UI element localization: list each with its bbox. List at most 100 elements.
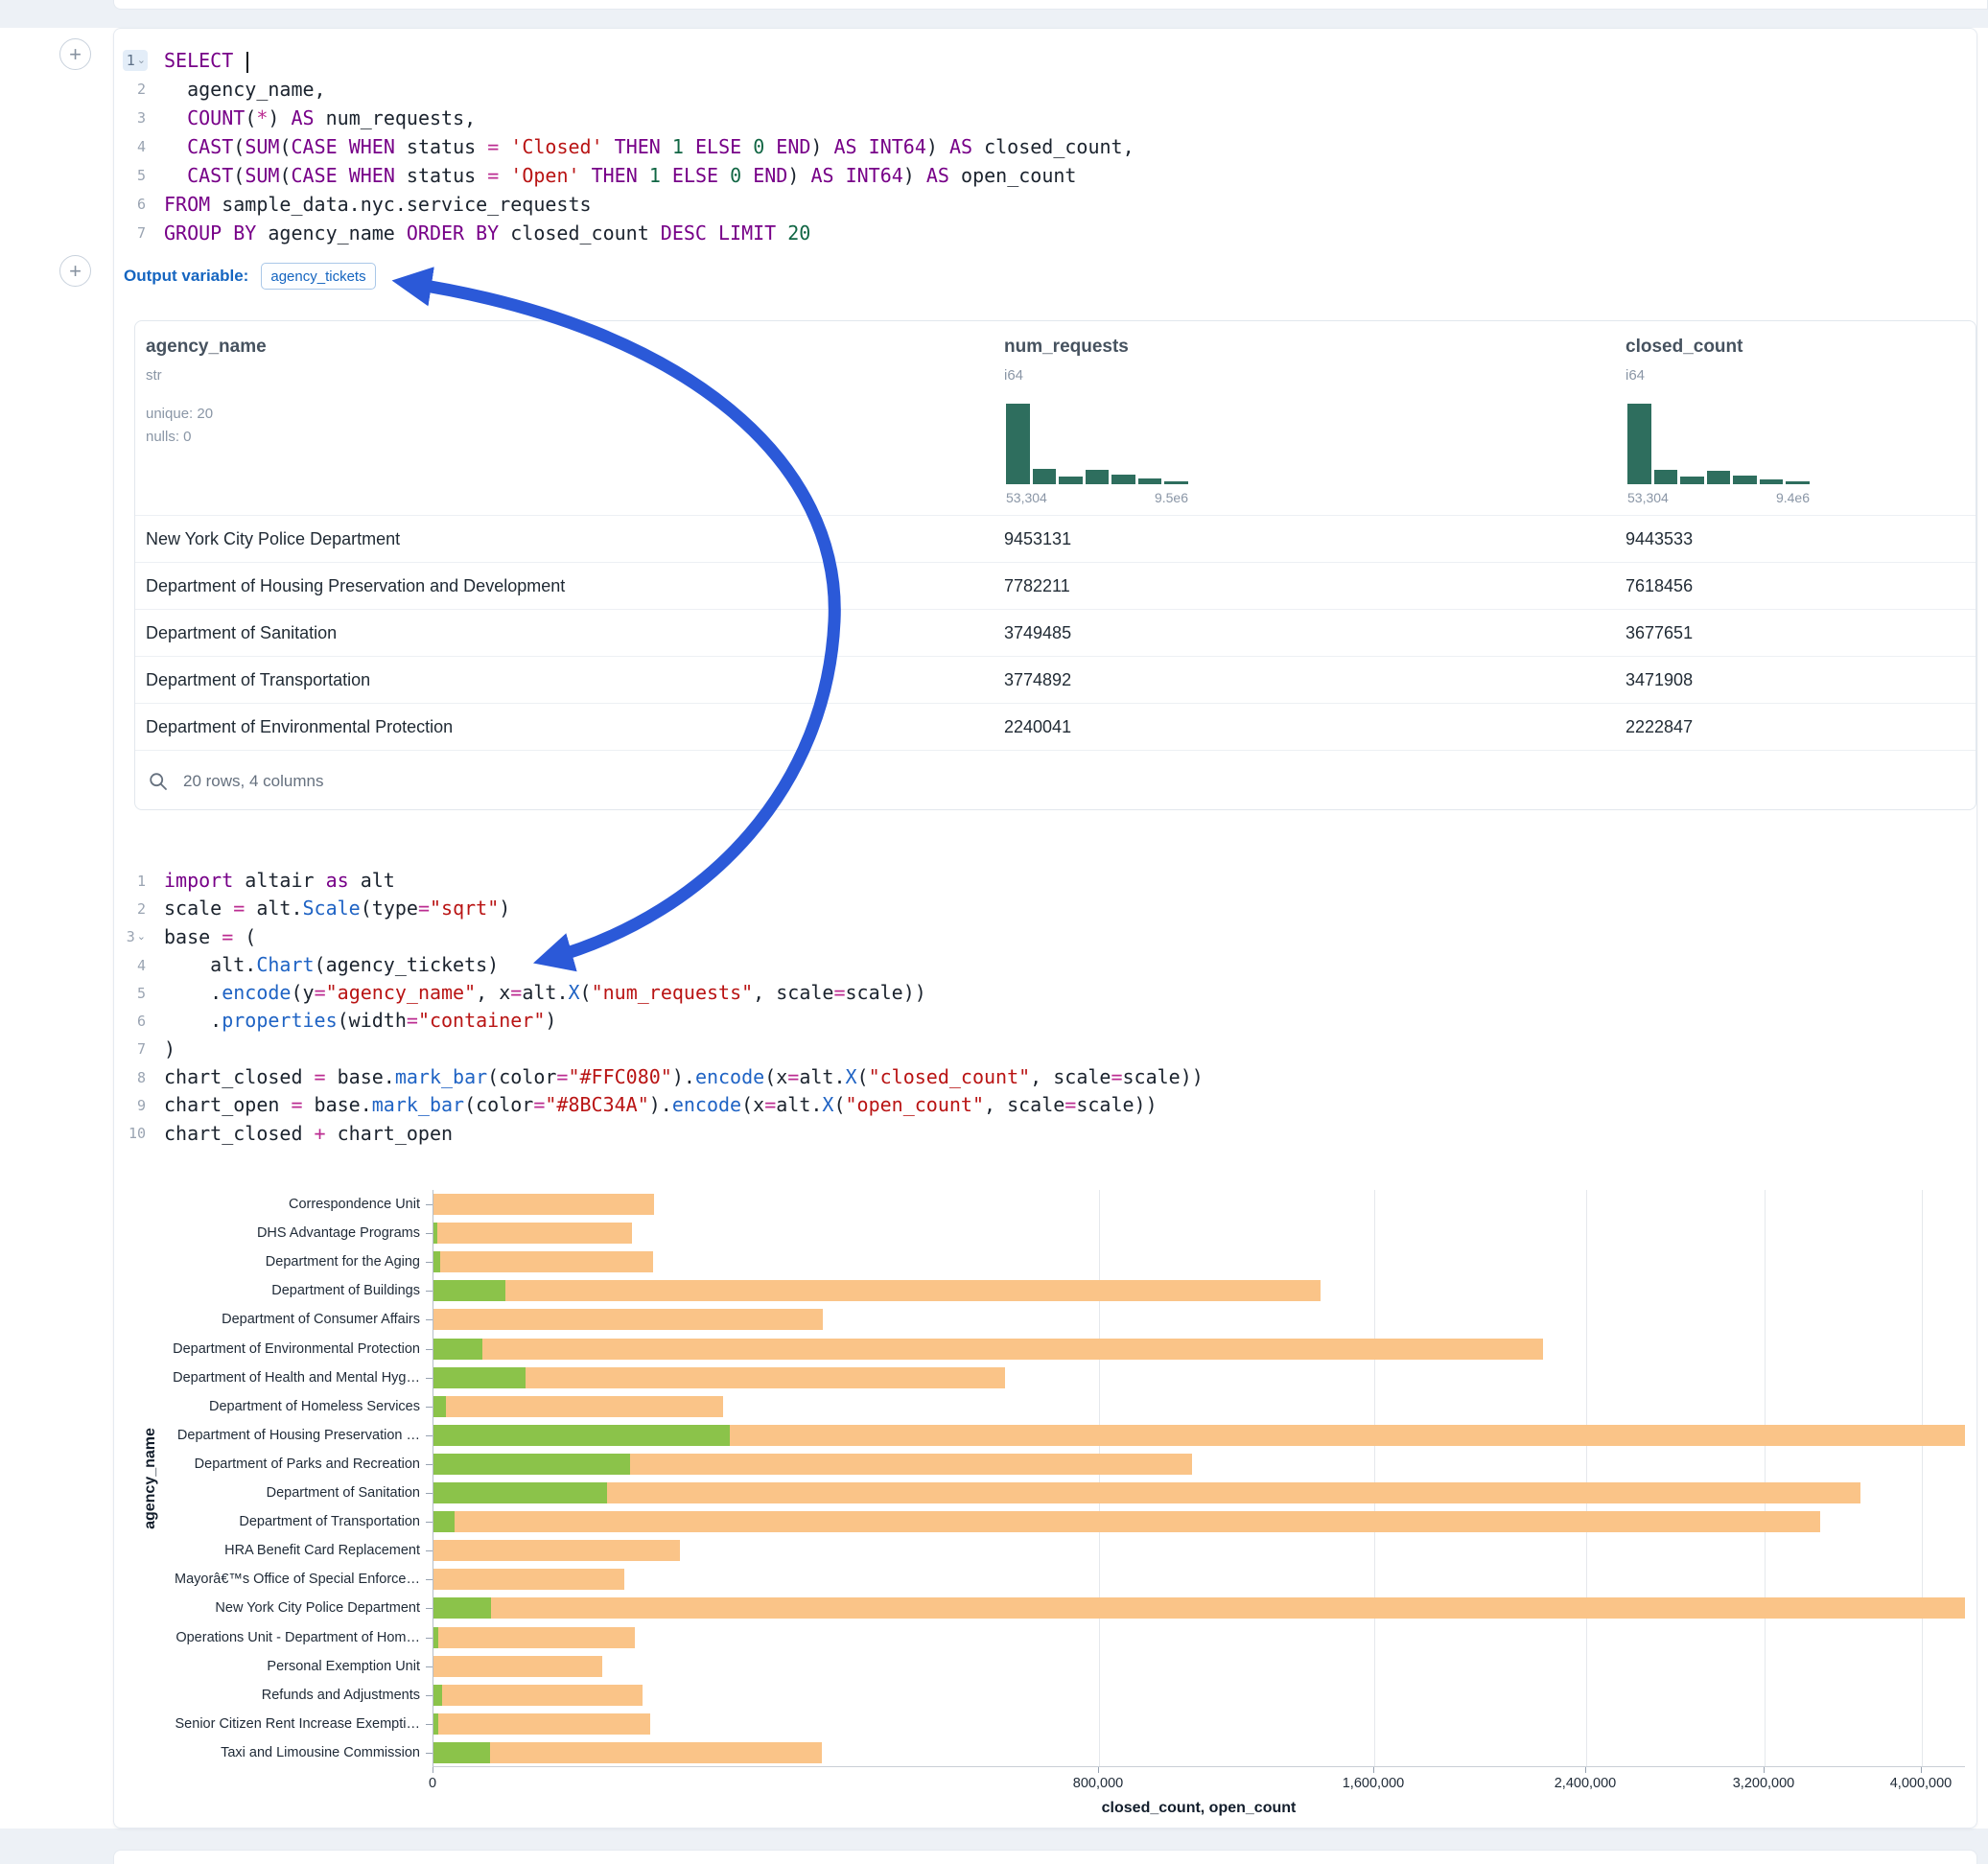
chart-bar-open_count [433, 1713, 438, 1735]
table-row[interactable]: New York City Police Department945313194… [135, 515, 1976, 562]
code-text: agency_name, [164, 75, 326, 104]
code-line[interactable]: 8chart_closed = base.mark_bar(color="#FF… [123, 1063, 1204, 1091]
y-tick-label: New York City Police Department [215, 1594, 420, 1622]
code-line[interactable]: 2 agency_name, [123, 75, 1134, 104]
column-stats: unique: 20 [146, 406, 213, 422]
add-cell-button-middle[interactable]: + [59, 255, 91, 287]
code-line[interactable]: 4 alt.Chart(agency_tickets) [123, 951, 1204, 979]
chart-bar-closed_count [433, 1339, 1543, 1360]
fold-caret-icon[interactable]: ⌄ [137, 56, 146, 66]
code-line[interactable]: 5 CAST(SUM(CASE WHEN status = 'Open' THE… [123, 161, 1134, 190]
x-tick [1373, 1767, 1374, 1773]
code-line[interactable]: 7) [123, 1036, 1204, 1063]
chart-bar-closed_count [433, 1511, 1820, 1532]
output-variable-row: Output variable: agency_tickets [124, 262, 376, 291]
column-histogram [1627, 404, 1810, 484]
python-code-editor[interactable]: 1import altair as alt 2 scale = alt.Scale(… [123, 867, 1204, 1148]
fold-caret-icon[interactable]: ⌄ [137, 932, 146, 943]
chart-bar-open_count [433, 1685, 442, 1706]
line-number: 2 [123, 898, 148, 920]
chart-bar-open_count [433, 1367, 526, 1388]
chart-bar-closed_count [433, 1713, 650, 1735]
code-line[interactable]: 2 scale = alt.Scale(type="sqrt") [123, 895, 1204, 922]
y-tick [426, 1291, 433, 1292]
y-tick [426, 1262, 433, 1263]
chart-bar-closed_count [433, 1309, 823, 1330]
chart-bar-open_count [433, 1251, 440, 1272]
output-variable-chip[interactable]: agency_tickets [261, 263, 375, 290]
code-line[interactable]: 6FROM sample_data.nyc.service_requests [123, 190, 1134, 219]
y-tick [426, 1204, 433, 1205]
chart-bar-closed_count [433, 1223, 632, 1244]
sql-code-editor[interactable]: 1⌄SELECT 2 agency_name,3 COUNT(*) AS num… [123, 46, 1134, 247]
code-line[interactable]: 7GROUP BY agency_name ORDER BY closed_co… [123, 219, 1134, 247]
column-header[interactable]: num_requests [1004, 337, 1129, 358]
y-tick-label: Department of Buildings [271, 1276, 420, 1305]
y-tick [426, 1638, 433, 1639]
column-header[interactable]: closed_count [1625, 337, 1742, 358]
y-tick [426, 1378, 433, 1379]
notebook-canvas: + + 1⌄SELECT 2 agency_name,3 COUNT(*) AS… [0, 0, 1988, 1864]
chart-bar-closed_count [433, 1280, 1321, 1301]
chart-bar-closed_count [433, 1396, 723, 1417]
gridline [1099, 1190, 1100, 1767]
code-text: ) [164, 1036, 175, 1063]
y-tick-label: Department of Transportation [239, 1507, 420, 1536]
histogram-bar [1654, 470, 1678, 484]
y-tick [426, 1407, 433, 1408]
histogram-bar [1006, 404, 1030, 484]
chart-bar-open_count [433, 1339, 482, 1360]
table-cell: Department of Environmental Protection [146, 704, 453, 750]
histogram-bar [1033, 469, 1057, 484]
altair-chart-plot[interactable] [433, 1190, 1965, 1767]
y-tick [426, 1319, 433, 1320]
code-line[interactable]: 9chart_open = base.mark_bar(color="#8BC3… [123, 1091, 1204, 1119]
histogram-bar [1164, 481, 1188, 484]
column-header[interactable]: agency_name [146, 337, 267, 358]
chart-bar-closed_count [433, 1656, 602, 1677]
histogram-bar [1707, 471, 1731, 484]
code-text: chart_closed = base.mark_bar(color="#FFC… [164, 1063, 1204, 1091]
code-line[interactable]: 6 .properties(width="container") [123, 1007, 1204, 1035]
x-tick-label: 4,000,000 [1890, 1776, 1953, 1791]
y-tick-label: Department of Health and Mental Hyg… [173, 1363, 420, 1392]
search-icon[interactable] [149, 772, 168, 791]
add-cell-button-top[interactable]: + [59, 38, 91, 70]
output-variable-value: agency_tickets [270, 268, 365, 285]
table-cell: Department of Housing Preservation and D… [146, 563, 565, 609]
table-row[interactable]: Department of Sanitation37494853677651 [135, 609, 1976, 656]
code-line[interactable]: 4 CAST(SUM(CASE WHEN status = 'Closed' T… [123, 132, 1134, 161]
table-row[interactable]: Department of Transportation377489234719… [135, 656, 1976, 703]
line-number: 1 [123, 871, 148, 892]
code-text: scale = alt.Scale(type="sqrt") [164, 895, 510, 922]
table-cell: 9453131 [1004, 516, 1071, 562]
code-text: chart_open = base.mark_bar(color="#8BC34… [164, 1091, 1158, 1119]
table-row[interactable]: Department of Housing Preservation and D… [135, 562, 1976, 609]
chart-bar-open_count [433, 1223, 437, 1244]
y-tick-label: Department for the Aging [266, 1247, 420, 1276]
code-text: chart_closed + chart_open [164, 1120, 453, 1148]
y-tick [426, 1724, 433, 1725]
x-tick [1098, 1767, 1099, 1773]
code-line[interactable]: 1import altair as alt [123, 867, 1204, 895]
histogram-bar [1760, 479, 1784, 484]
gridline [1586, 1190, 1587, 1767]
chart-bar-open_count [433, 1280, 505, 1301]
line-number: 3⌄ [123, 926, 148, 947]
histogram-bar [1059, 477, 1083, 484]
y-tick-label: HRA Benefit Card Replacement [224, 1536, 420, 1565]
code-line[interactable]: 10chart_closed + chart_open [123, 1120, 1204, 1148]
line-number: 2 [123, 79, 148, 100]
table-cell: 2222847 [1625, 704, 1693, 750]
text-cursor [246, 52, 248, 73]
x-tick [1585, 1767, 1586, 1773]
y-tick-label: Department of Housing Preservation … [177, 1421, 420, 1450]
code-line[interactable]: 3⌄base = ( [123, 923, 1204, 951]
code-line[interactable]: 3 COUNT(*) AS num_requests, [123, 104, 1134, 132]
code-line[interactable]: 1⌄SELECT [123, 46, 1134, 75]
y-tick-label: Taxi and Limousine Commission [221, 1738, 420, 1767]
y-tick [426, 1522, 433, 1523]
code-line[interactable]: 5 .encode(y="agency_name", x=alt.X("num_… [123, 979, 1204, 1007]
table-row[interactable]: Department of Environmental Protection 22… [135, 703, 1976, 750]
plus-icon: + [69, 259, 82, 284]
